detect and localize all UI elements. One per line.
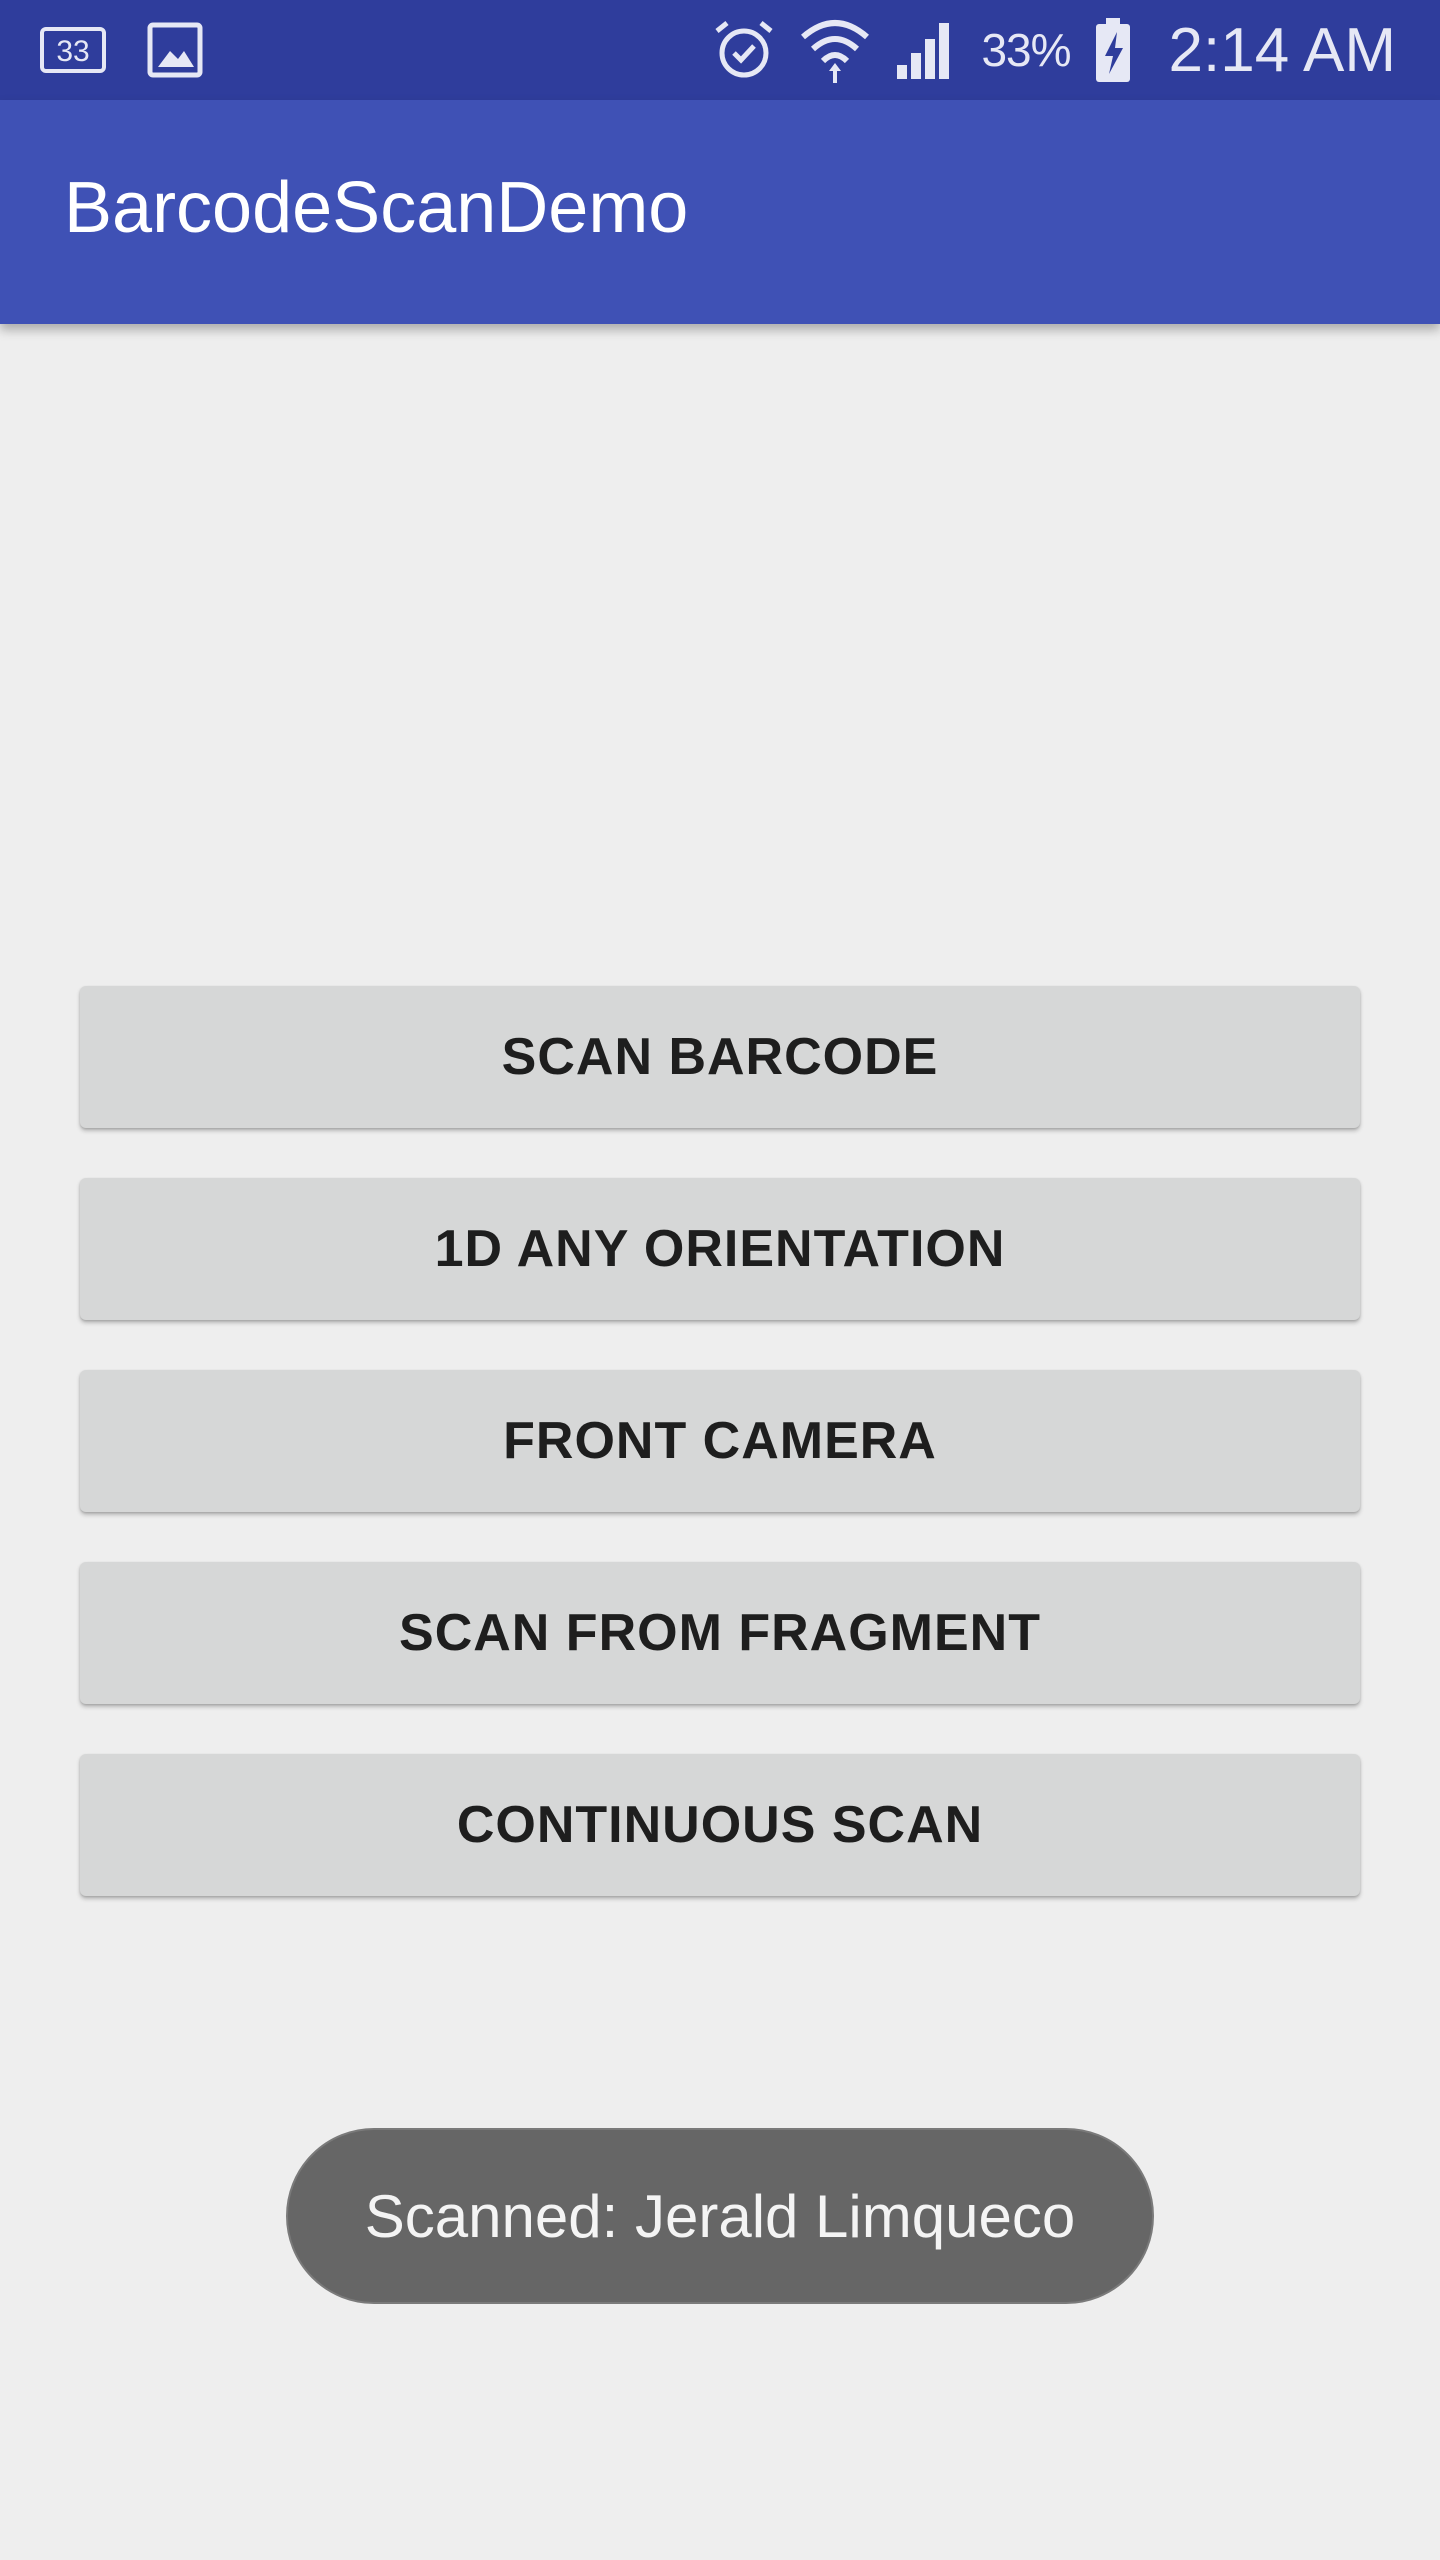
toast-message: Scanned: Jerald Limqueco: [286, 2128, 1154, 2304]
front-camera-button[interactable]: FRONT CAMERA: [80, 1370, 1360, 1512]
battery-charging-icon: [1093, 16, 1133, 84]
status-bar-right: 33% 2:14 AM: [711, 0, 1396, 100]
wifi-icon: [799, 15, 871, 85]
continuous-scan-button[interactable]: CONTINUOUS SCAN: [80, 1754, 1360, 1896]
status-bar: 33 33% 2:14 AM: [0, 0, 1440, 100]
app-title: BarcodeScanDemo: [64, 168, 689, 248]
alarm-icon: [711, 17, 777, 83]
status-bar-left: 33: [38, 18, 204, 82]
calendar-icon: 33: [38, 23, 110, 77]
status-time: 2:14 AM: [1168, 15, 1396, 85]
scan-from-fragment-button[interactable]: SCAN FROM FRAGMENT: [80, 1562, 1360, 1704]
scan-barcode-button[interactable]: SCAN BARCODE: [80, 986, 1360, 1128]
signal-icon: [893, 17, 959, 83]
app-bar: BarcodeScanDemo: [0, 100, 1440, 324]
1d-any-orientation-button[interactable]: 1D ANY ORIENTATION: [80, 1178, 1360, 1320]
image-icon: [146, 21, 204, 79]
calendar-badge-text: 33: [56, 35, 89, 68]
battery-percent: 33%: [981, 24, 1071, 76]
